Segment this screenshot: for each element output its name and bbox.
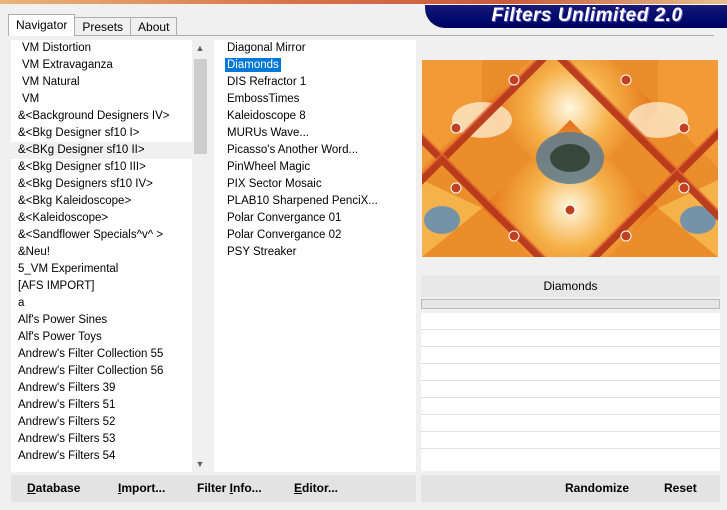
- filter-item-label: DIS Refractor 1: [227, 76, 307, 88]
- category-item[interactable]: VM Extravaganza: [11, 57, 192, 74]
- banner-title: Filters Unlimited 2.0: [491, 5, 683, 26]
- parameter-row: [421, 347, 720, 364]
- tab-divider: [8, 35, 714, 36]
- tab-about[interactable]: About: [130, 17, 178, 36]
- preview-image: [422, 60, 718, 257]
- filter-item[interactable]: PIX Sector Mosaic: [214, 176, 416, 193]
- filter-info-button[interactable]: Filter Info...: [197, 475, 262, 502]
- parameter-area: [421, 313, 720, 471]
- category-item[interactable]: &<Sandflower Specials^v^ >: [11, 227, 192, 244]
- category-item[interactable]: &<Background Designers IV>: [11, 108, 192, 125]
- category-item[interactable]: &<BKg Designer sf10 II>: [11, 142, 192, 159]
- database-button[interactable]: Database: [27, 475, 80, 502]
- tab-bar: Navigator Presets About: [8, 14, 178, 36]
- category-scrollbar[interactable]: ▲ ▼: [192, 40, 208, 472]
- parameter-row: [421, 330, 720, 347]
- scroll-thumb[interactable]: [194, 59, 207, 154]
- category-item[interactable]: 5_VM Experimental: [11, 261, 192, 278]
- parameter-row: [421, 415, 720, 432]
- tab-navigator[interactable]: Navigator: [8, 14, 76, 36]
- category-item[interactable]: VM: [11, 91, 192, 108]
- category-item[interactable]: Andrew's Filter Collection 55: [11, 346, 192, 363]
- filter-item[interactable]: PLAB10 Sharpened PenciX...: [214, 193, 416, 210]
- filter-item[interactable]: PSY Streaker: [214, 244, 416, 261]
- filter-item-label: EmbossTimes: [227, 93, 300, 105]
- selected-filter-name: Diamonds: [421, 275, 720, 297]
- category-item[interactable]: &<Bkg Kaleidoscope>: [11, 193, 192, 210]
- filter-item[interactable]: Polar Convergance 01: [214, 210, 416, 227]
- filter-item[interactable]: PinWheel Magic: [214, 159, 416, 176]
- category-item[interactable]: &<Kaleidoscope>: [11, 210, 192, 227]
- filter-item-label: MURUs Wave...: [227, 127, 309, 139]
- category-item[interactable]: Andrew's Filters 53: [11, 431, 192, 448]
- bottom-toolbar-right: Randomize Reset: [421, 475, 720, 502]
- filter-list[interactable]: Diagonal Mirror Diamonds DIS Refractor 1 Em…: [214, 40, 416, 472]
- category-item[interactable]: &Neu!: [11, 244, 192, 261]
- category-item[interactable]: Andrew's Filters 54: [11, 448, 192, 465]
- category-item[interactable]: &<Bkg Designer sf10 I>: [11, 125, 192, 142]
- category-item[interactable]: VM Natural: [11, 74, 192, 91]
- tab-presets[interactable]: Presets: [74, 17, 132, 36]
- parameter-row: [421, 313, 720, 330]
- scroll-down-icon[interactable]: ▼: [192, 456, 208, 472]
- category-item[interactable]: &<Bkg Designer sf10 III>: [11, 159, 192, 176]
- filter-item-label: Diagonal Mirror: [227, 42, 306, 54]
- import-button[interactable]: Import...: [118, 475, 165, 502]
- category-item[interactable]: Andrew's Filters 52: [11, 414, 192, 431]
- category-list[interactable]: VM Distortion VM Extravaganza VM Natural VM…: [11, 40, 208, 472]
- randomize-button[interactable]: Randomize: [565, 475, 629, 502]
- parameter-row: [421, 381, 720, 398]
- category-item[interactable]: Alf's Power Sines: [11, 312, 192, 329]
- category-item[interactable]: Andrew's Filters 51: [11, 397, 192, 414]
- filter-item-label: Kaleidoscope 8: [227, 110, 306, 122]
- filter-item-label: Diamonds: [225, 58, 281, 72]
- category-item[interactable]: Andrew's Filter Collection 56: [11, 363, 192, 380]
- filter-item-label: PSY Streaker: [227, 246, 297, 258]
- category-item[interactable]: [AFS IMPORT]: [11, 278, 192, 295]
- filter-item-label: Picasso's Another Word...: [227, 144, 359, 156]
- filter-item[interactable]: Kaleidoscope 8: [214, 108, 416, 125]
- category-item[interactable]: VM Distortion: [11, 40, 192, 57]
- filter-item[interactable]: Diagonal Mirror: [214, 40, 416, 57]
- editor-button[interactable]: Editor...: [294, 475, 338, 502]
- reset-button[interactable]: Reset: [664, 475, 697, 502]
- category-item[interactable]: &<Bkg Designers sf10 IV>: [11, 176, 192, 193]
- category-item[interactable]: a: [11, 295, 192, 312]
- filter-item[interactable]: MURUs Wave...: [214, 125, 416, 142]
- filter-item[interactable]: Picasso's Another Word...: [214, 142, 416, 159]
- filter-item-label: Polar Convergance 02: [227, 229, 342, 241]
- filter-items: Diagonal Mirror Diamonds DIS Refractor 1 Em…: [214, 40, 416, 261]
- progress-bar: [421, 299, 720, 309]
- filter-item[interactable]: EmbossTimes: [214, 91, 416, 108]
- filter-item[interactable]: Polar Convergance 02: [214, 227, 416, 244]
- category-item[interactable]: Alf's Power Toys: [11, 329, 192, 346]
- category-items: VM Distortion VM Extravaganza VM Natural VM…: [11, 40, 192, 465]
- parameter-row: [421, 364, 720, 381]
- parameter-row: [421, 398, 720, 415]
- filter-item-label: Polar Convergance 01: [227, 212, 342, 224]
- filter-item-label: PLAB10 Sharpened PenciX...: [227, 195, 378, 207]
- filter-item[interactable]: Diamonds: [214, 57, 416, 74]
- category-item[interactable]: Andrew's Filters 39: [11, 380, 192, 397]
- parameter-row: [421, 432, 720, 449]
- scroll-up-icon[interactable]: ▲: [192, 40, 208, 56]
- app-banner: Filters Unlimited 2.0: [425, 4, 727, 28]
- filter-item[interactable]: DIS Refractor 1: [214, 74, 416, 91]
- filter-item-label: PinWheel Magic: [227, 161, 311, 173]
- filter-item-label: PIX Sector Mosaic: [227, 178, 322, 190]
- bottom-toolbar-left: Database Import... Filter Info... Editor…: [11, 475, 416, 502]
